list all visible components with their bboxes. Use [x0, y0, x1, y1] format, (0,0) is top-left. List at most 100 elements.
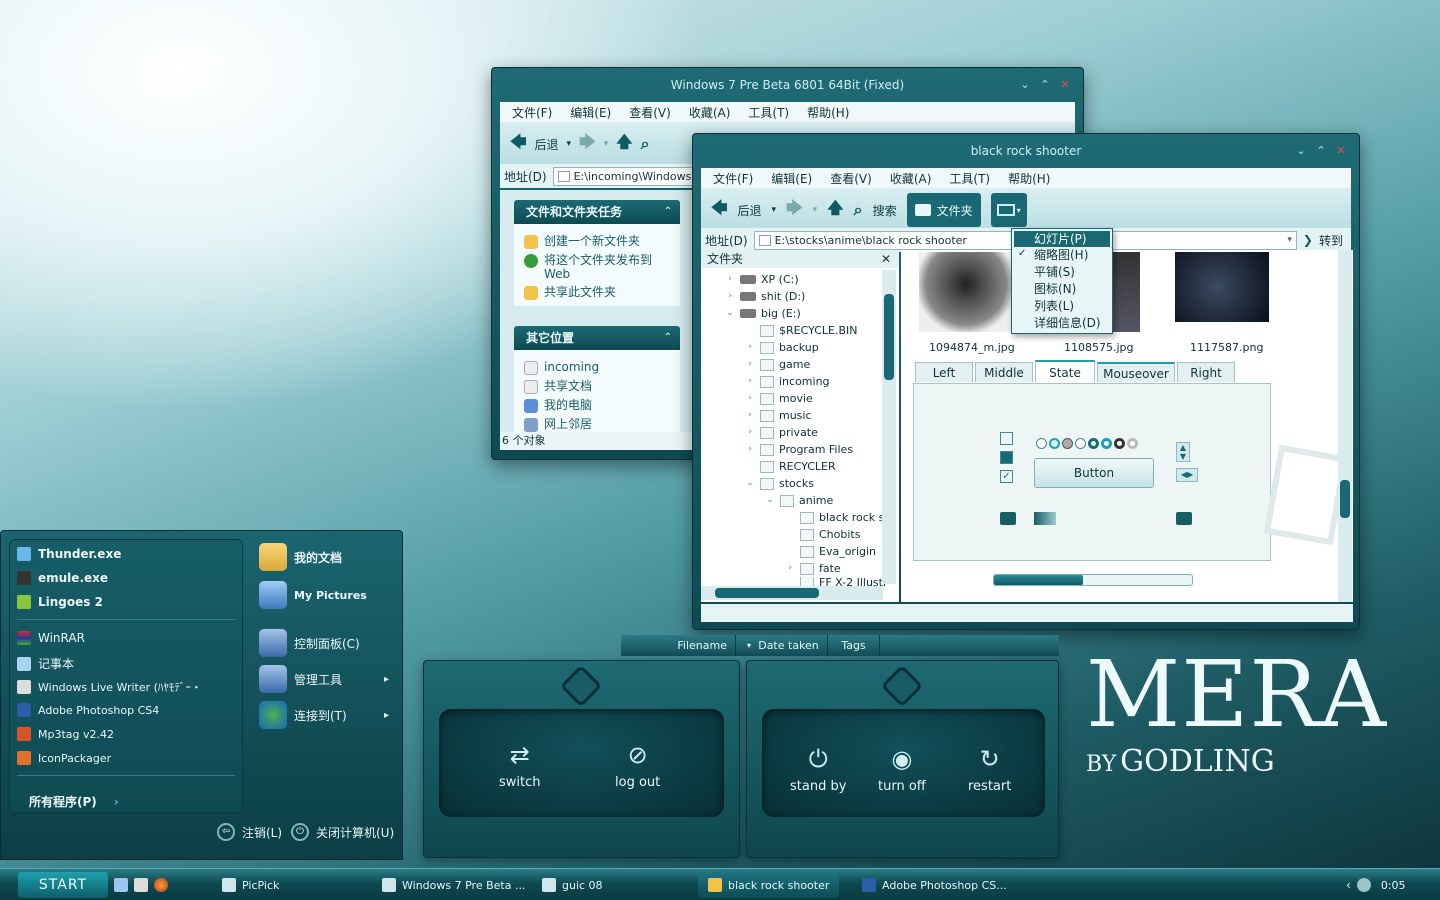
- tree-item[interactable]: › incoming: [745, 373, 829, 390]
- forward-arrow-icon[interactable]: 🡆: [579, 131, 596, 158]
- all-programs-button[interactable]: 所有程序(P) ›: [29, 793, 119, 810]
- tree-item-selected[interactable]: black rock sh: [785, 509, 891, 526]
- close-icon[interactable]: ✕: [1333, 144, 1349, 158]
- tab-middle[interactable]: Middle: [975, 362, 1033, 382]
- tree-item[interactable]: › fate: [785, 560, 841, 577]
- task-publish-web[interactable]: 将这个文件夹发布到 Web: [524, 253, 670, 281]
- demo-button[interactable]: Button: [1034, 458, 1154, 488]
- recent-photoshop[interactable]: Adobe Photoshop CS4: [17, 703, 159, 717]
- up-arrow-icon[interactable]: 🡅: [616, 131, 632, 158]
- tree-item[interactable]: Chobits: [785, 526, 860, 543]
- restart-button[interactable]: ↻ restart: [968, 745, 1011, 794]
- pinned-emule[interactable]: emule.exe: [17, 571, 108, 585]
- search-icon[interactable]: ⌕: [641, 134, 650, 154]
- radio-button[interactable]: [1127, 438, 1138, 449]
- chevron-down-icon[interactable]: ▾: [604, 139, 609, 149]
- task-black-rock-shooter[interactable]: black rock shooter: [698, 872, 840, 898]
- task-photoshop[interactable]: Adobe Photoshop CS...: [862, 872, 1007, 898]
- maximize-icon[interactable]: ⌃: [1037, 78, 1053, 92]
- connect-to[interactable]: 连接到(T) ▸: [259, 701, 389, 729]
- go-button[interactable]: 转到: [1319, 232, 1343, 249]
- column-date-taken[interactable]: Date taken: [750, 635, 828, 656]
- radio-button[interactable]: [1049, 438, 1060, 449]
- menu-file[interactable]: 文件(F): [512, 104, 552, 121]
- desktop-icon[interactable]: [114, 878, 128, 892]
- tree-item[interactable]: ⌄ anime: [765, 492, 833, 509]
- start-button[interactable]: START: [18, 872, 108, 898]
- panel-header[interactable]: 其它位置 ⌃: [514, 326, 680, 350]
- tab-mouseover[interactable]: Mouseover: [1097, 362, 1175, 382]
- tab-state[interactable]: State: [1035, 360, 1095, 382]
- menu-view[interactable]: 查看(V): [629, 104, 671, 121]
- view-option-list[interactable]: 列表(L): [1034, 298, 1074, 314]
- logout-button[interactable]: ⊘ log out: [615, 741, 660, 790]
- view-option-tiles[interactable]: 平铺(S): [1034, 264, 1075, 280]
- back-arrow-icon[interactable]: 🡄: [510, 131, 527, 158]
- switch-button[interactable]: ⇄ switch: [499, 741, 541, 790]
- minimize-icon[interactable]: ⌄: [1293, 144, 1309, 158]
- thumbnail-label[interactable]: 1108575.jpg: [1064, 341, 1134, 354]
- skull-icon[interactable]: [134, 878, 148, 892]
- menu-tools[interactable]: 工具(T): [748, 104, 789, 121]
- menu-edit[interactable]: 编辑(E): [771, 170, 812, 187]
- view-option-slideshow[interactable]: 幻灯片(P): [1014, 231, 1110, 247]
- logoff-button[interactable]: ⇦ 注销(L): [217, 823, 282, 841]
- shutdown-button[interactable]: ⏻ 关闭计算机(U): [291, 823, 394, 841]
- menu-help[interactable]: 帮助(H): [1008, 170, 1050, 187]
- task-guic[interactable]: guic 08: [542, 872, 603, 898]
- spin-vertical[interactable]: ▲ ▼: [1176, 442, 1190, 462]
- tree-item[interactable]: › backup: [745, 339, 819, 356]
- chevron-down-icon[interactable]: ▾: [772, 205, 777, 215]
- go-arrow-icon[interactable]: ❯: [1303, 233, 1313, 247]
- tree-item[interactable]: › movie: [745, 390, 813, 407]
- search-button[interactable]: 搜索: [873, 202, 897, 219]
- thumbnail-label[interactable]: 1094874_m.jpg: [929, 341, 1015, 354]
- content-vscrollbar[interactable]: [1338, 250, 1352, 602]
- tree-hscrollbar[interactable]: [701, 586, 883, 600]
- radio-button[interactable]: [1062, 438, 1073, 449]
- spin-horizontal[interactable]: ◀▶: [1176, 468, 1198, 482]
- tree-item[interactable]: › private: [745, 424, 818, 441]
- radio-button[interactable]: [1036, 438, 1047, 449]
- view-option-details[interactable]: 详细信息(D): [1034, 315, 1101, 331]
- scroll-thumb[interactable]: [884, 294, 894, 380]
- recent-notepad[interactable]: 记事本: [17, 655, 74, 672]
- volume-icon[interactable]: [1356, 878, 1371, 892]
- tree-item[interactable]: › music: [745, 407, 811, 424]
- place-my-computer[interactable]: 我的电脑: [524, 398, 670, 413]
- pinned-lingoes[interactable]: Lingoes 2: [17, 595, 103, 609]
- recent-winrar[interactable]: WinRAR: [17, 631, 85, 645]
- tree-item[interactable]: › Program Files: [745, 441, 853, 458]
- forward-arrow-icon[interactable]: 🡆: [786, 197, 803, 224]
- radio-button[interactable]: [1114, 438, 1125, 449]
- place-shared-docs[interactable]: 共享文档: [524, 379, 670, 394]
- tree-item[interactable]: › shit (D:): [725, 288, 805, 305]
- tree-item[interactable]: ⌄ big (E:): [725, 305, 801, 322]
- maximize-icon[interactable]: ⌃: [1313, 144, 1329, 158]
- checkbox-indeterminate[interactable]: [1000, 451, 1013, 464]
- my-documents[interactable]: 我的文档: [259, 543, 342, 571]
- recent-iconpackager[interactable]: IconPackager: [17, 751, 111, 765]
- up-arrow-icon[interactable]: 🡅: [827, 197, 843, 224]
- chevron-left-icon[interactable]: ‹: [1346, 878, 1351, 892]
- chevron-down-icon[interactable]: ▾: [813, 205, 818, 215]
- menu-view[interactable]: 查看(V): [830, 170, 872, 187]
- chevron-down-icon[interactable]: ▾: [1287, 235, 1292, 245]
- close-icon[interactable]: ✕: [1057, 78, 1073, 92]
- task-share-folder[interactable]: 共享此文件夹: [524, 285, 670, 300]
- task-windows7-explorer[interactable]: Windows 7 Pre Beta ...: [382, 872, 525, 898]
- thumbnail-image[interactable]: [1175, 252, 1269, 322]
- menu-tools[interactable]: 工具(T): [949, 170, 990, 187]
- checkbox-checked[interactable]: ✓: [1000, 470, 1013, 483]
- menu-edit[interactable]: 编辑(E): [570, 104, 611, 121]
- view-option-icons[interactable]: 图标(N): [1034, 281, 1076, 297]
- my-pictures[interactable]: My Pictures: [259, 581, 367, 609]
- control-panel[interactable]: 控制面板(C): [259, 629, 360, 657]
- task-new-folder[interactable]: 创建一个新文件夹: [524, 234, 670, 249]
- turnoff-button[interactable]: ◉ turn off: [878, 745, 926, 794]
- thumbnail-image[interactable]: [919, 252, 1013, 332]
- tree-item[interactable]: › XP (C:): [725, 271, 798, 288]
- back-button[interactable]: 后退: [738, 202, 762, 219]
- tab-left[interactable]: Left: [915, 362, 973, 382]
- tree-item[interactable]: Eva_origin: [785, 543, 876, 560]
